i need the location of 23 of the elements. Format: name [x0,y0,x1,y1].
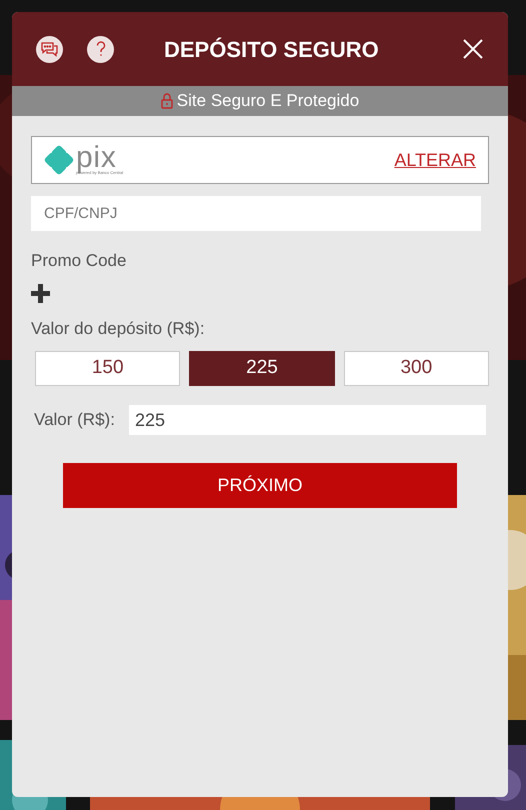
amount-option[interactable]: 225 [189,351,335,386]
help-button[interactable] [87,36,114,62]
add-promo-button[interactable] [31,284,51,304]
cpf-cnpj-field[interactable]: CPF/CNPJ [31,196,481,231]
chat-icon [41,42,58,56]
plus-icon [31,284,50,303]
amount-field-label: Valor (R$): [34,409,116,432]
change-link[interactable]: ALTERAR [394,146,476,174]
pix-logo-text: pix [76,145,117,171]
amount-option[interactable]: 300 [344,351,489,386]
close-icon [463,39,483,59]
amount-field[interactable]: 225 [129,405,486,435]
modal-title: DEPÓSITO SEGURO [164,36,379,64]
next-button[interactable]: PRÓXIMO [63,463,457,508]
help-icon [96,41,106,57]
security-note: Site Seguro E Protegido [176,90,360,112]
close-button[interactable] [462,38,484,60]
chat-button[interactable] [36,36,63,62]
promo-code-label: Promo Code [31,250,128,272]
pix-logo-icon [44,145,74,175]
deposit-amount-label: Valor do depósito (R$): [31,318,206,340]
lock-icon [160,93,173,109]
amount-option[interactable]: 150 [35,351,180,386]
